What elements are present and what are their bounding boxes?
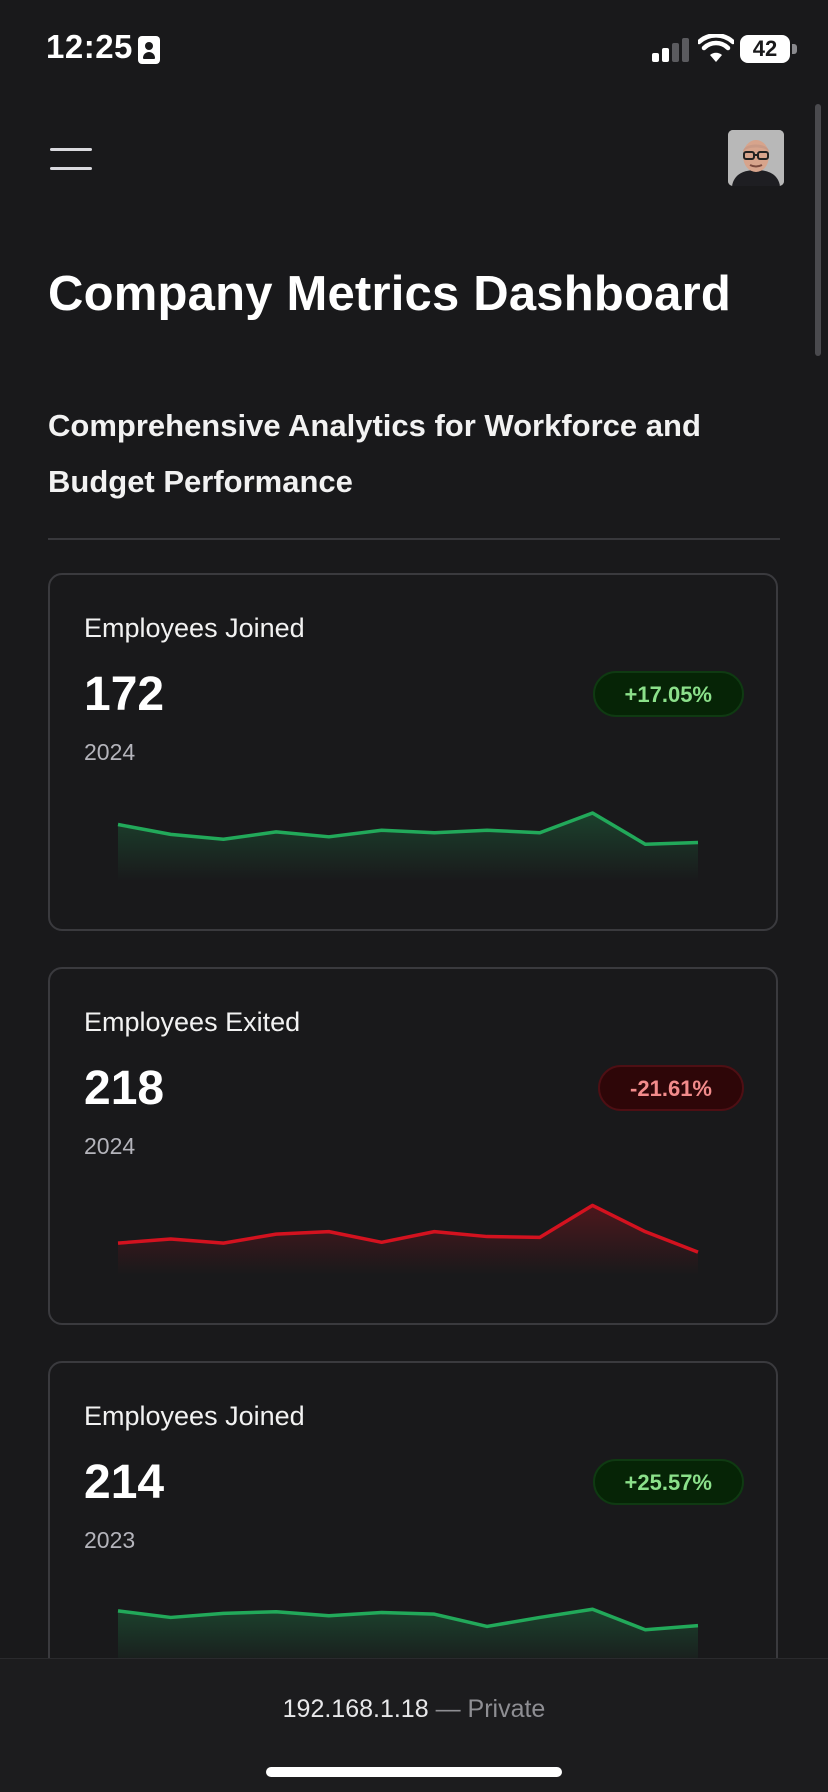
user-portrait-icon xyxy=(728,130,784,186)
sparkline-chart xyxy=(117,1607,699,1669)
screen: 12:25 42 Company Metrics Dashboard Compr… xyxy=(0,0,828,1792)
change-badge: +17.05% xyxy=(592,671,744,717)
address-bar[interactable]: 192.168.1.18 — Private xyxy=(0,1695,828,1724)
card-value: 214 xyxy=(84,1456,165,1509)
change-badge: -21.61% xyxy=(598,1065,744,1111)
hamburger-icon xyxy=(50,148,92,151)
card-label: Employees Joined xyxy=(84,1401,305,1431)
wifi-icon xyxy=(698,34,734,62)
cellular-signal-icon xyxy=(652,38,690,62)
status-time: 12:25 xyxy=(46,28,133,65)
card-value: 218 xyxy=(84,1062,165,1115)
battery-tip xyxy=(792,44,797,54)
card-label: Employees Exited xyxy=(84,1007,301,1037)
page-title: Company Metrics Dashboard xyxy=(48,267,731,321)
card-year: 2024 xyxy=(84,739,136,765)
avatar[interactable] xyxy=(728,130,784,186)
divider xyxy=(48,538,780,540)
change-badge: +25.57% xyxy=(592,1459,744,1505)
url-separator: — xyxy=(435,1695,461,1723)
status-bar: 12:25 42 xyxy=(0,0,828,100)
home-indicator[interactable] xyxy=(266,1767,562,1777)
card-year: 2023 xyxy=(84,1527,136,1553)
browser-bottom-bar: 192.168.1.18 — Private xyxy=(0,1658,828,1792)
metric-card: Employees Joined 172 2024 +17.05% xyxy=(48,573,778,931)
sparkline-chart xyxy=(117,811,699,881)
scrollbar-thumb[interactable] xyxy=(815,104,821,356)
page-subtitle: Comprehensive Analytics for Workforce an… xyxy=(48,408,701,499)
id-card-icon xyxy=(138,36,160,64)
card-value: 172 xyxy=(84,668,165,721)
card-year: 2024 xyxy=(84,1133,136,1159)
url-host: 192.168.1.18 xyxy=(282,1695,429,1723)
menu-button[interactable] xyxy=(50,144,92,172)
battery-icon: 42 xyxy=(740,35,790,63)
card-label: Employees Joined xyxy=(84,613,305,643)
metric-card: Employees Exited 218 2024 -21.61% xyxy=(48,967,778,1325)
browsing-mode-label: Private xyxy=(467,1695,546,1723)
sparkline-chart xyxy=(117,1203,699,1275)
